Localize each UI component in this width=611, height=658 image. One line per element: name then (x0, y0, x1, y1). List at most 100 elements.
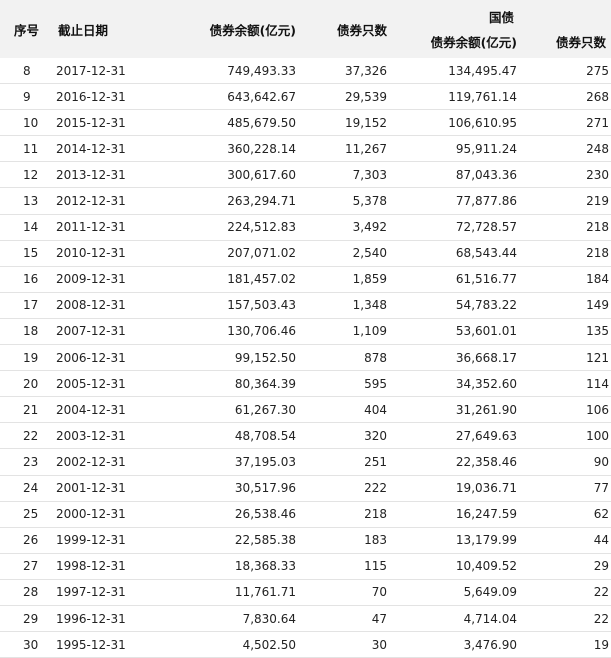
table-row: 23 2002-12-31 37,195.03 251 22,358.46 90 (0, 448, 611, 476)
cell-date: 2009-12-31 (53, 266, 131, 293)
cell-seq: 11 (0, 135, 53, 163)
table-row: 16 2009-12-31 181,457.02 1,859 61,516.77 184 (0, 266, 611, 293)
cell-gov-balance: 134,495.47 (392, 58, 522, 85)
table-row: 14 2011-12-31 224,512.83 3,492 72,728.57 218 (0, 214, 611, 241)
cell-balance: 643,642.67 (131, 83, 301, 111)
cell-balance: 485,679.50 (131, 109, 301, 137)
header-gov-count: 债券只数 (522, 26, 611, 58)
cell-gov-count: 106 (522, 396, 611, 424)
cell-gov-count: 22 (522, 579, 611, 606)
cell-gov-balance: 119,761.14 (392, 83, 522, 111)
cell-seq: 21 (0, 396, 53, 424)
cell-date: 2012-12-31 (53, 187, 131, 215)
header-seq: 序号 (0, 0, 53, 58)
cell-balance: 61,267.30 (131, 396, 301, 424)
table-row: 24 2001-12-31 30,517.96 222 19,036.71 77 (0, 475, 611, 502)
header-date: 截止日期 (53, 0, 131, 58)
table-row: 10 2015-12-31 485,679.50 19,152 106,610.95 27… (0, 109, 611, 137)
cell-balance: 30,517.96 (131, 475, 301, 502)
cell-balance: 300,617.60 (131, 161, 301, 189)
cell-gov-balance: 87,043.36 (392, 161, 522, 189)
cell-gov-count: 62 (522, 501, 611, 528)
cell-gov-balance: 68,543.44 (392, 240, 522, 267)
cell-gov-count: 77 (522, 475, 611, 502)
cell-count: 1,348 (301, 292, 392, 319)
cell-gov-balance: 36,668.17 (392, 344, 522, 372)
cell-count: 37,326 (301, 58, 392, 85)
cell-gov-count: 149 (522, 292, 611, 319)
cell-balance: 360,228.14 (131, 135, 301, 163)
cell-balance: 80,364.39 (131, 370, 301, 398)
table-row: 17 2008-12-31 157,503.43 1,348 54,783.22 149 (0, 292, 611, 319)
cell-count: 2,540 (301, 240, 392, 267)
cell-gov-count: 218 (522, 214, 611, 241)
cell-gov-balance: 3,476.90 (392, 631, 522, 658)
cell-date: 1997-12-31 (53, 579, 131, 606)
cell-gov-count: 135 (522, 318, 611, 346)
cell-date: 2001-12-31 (53, 475, 131, 502)
cell-date: 1995-12-31 (53, 631, 131, 658)
cell-balance: 181,457.02 (131, 266, 301, 293)
cell-gov-balance: 106,610.95 (392, 109, 522, 137)
cell-date: 1998-12-31 (53, 553, 131, 580)
table-row: 22 2003-12-31 48,708.54 320 27,649.63 100 (0, 422, 611, 450)
header-balance: 债券余额(亿元) (131, 0, 301, 58)
cell-gov-balance: 27,649.63 (392, 422, 522, 450)
cell-seq: 8 (0, 58, 53, 85)
cell-balance: 130,706.46 (131, 318, 301, 346)
cell-count: 5,378 (301, 187, 392, 215)
table-row: 30 1995-12-31 4,502.50 30 3,476.90 19 (0, 631, 611, 658)
cell-count: 1,109 (301, 318, 392, 346)
cell-balance: 18,368.33 (131, 553, 301, 580)
cell-seq: 10 (0, 109, 53, 137)
cell-date: 2005-12-31 (53, 370, 131, 398)
cell-seq: 12 (0, 161, 53, 189)
table-row: 28 1997-12-31 11,761.71 70 5,649.09 22 (0, 579, 611, 606)
cell-count: 183 (301, 527, 392, 554)
cell-date: 2004-12-31 (53, 396, 131, 424)
cell-balance: 263,294.71 (131, 187, 301, 215)
cell-gov-count: 44 (522, 527, 611, 554)
table-row: 20 2005-12-31 80,364.39 595 34,352.60 114 (0, 370, 611, 398)
cell-count: 19,152 (301, 109, 392, 137)
cell-gov-balance: 4,714.04 (392, 605, 522, 633)
cell-count: 29,539 (301, 83, 392, 111)
cell-gov-count: 230 (522, 161, 611, 189)
cell-date: 2016-12-31 (53, 83, 131, 111)
cell-gov-count: 271 (522, 109, 611, 137)
cell-count: 1,859 (301, 266, 392, 293)
cell-seq: 29 (0, 605, 53, 633)
table-row: 21 2004-12-31 61,267.30 404 31,261.90 106 (0, 396, 611, 424)
bond-balance-table: 序号 截止日期 债券余额(亿元) 债券只数 国债 债券余额(亿元) 债券只数 8… (0, 0, 611, 658)
cell-count: 251 (301, 448, 392, 476)
cell-balance: 7,830.64 (131, 605, 301, 633)
cell-seq: 16 (0, 266, 53, 293)
cell-gov-count: 218 (522, 240, 611, 267)
header-gov-balance: 债券余额(亿元) (392, 26, 522, 58)
cell-balance: 157,503.43 (131, 292, 301, 319)
cell-date: 2015-12-31 (53, 109, 131, 137)
cell-balance: 224,512.83 (131, 214, 301, 241)
cell-gov-count: 219 (522, 187, 611, 215)
cell-gov-count: 248 (522, 135, 611, 163)
cell-seq: 27 (0, 553, 53, 580)
cell-date: 1999-12-31 (53, 527, 131, 554)
cell-date: 2007-12-31 (53, 318, 131, 346)
table-row: 29 1996-12-31 7,830.64 47 4,714.04 22 (0, 605, 611, 633)
cell-balance: 48,708.54 (131, 422, 301, 450)
cell-seq: 24 (0, 475, 53, 502)
table-row: 9 2016-12-31 643,642.67 29,539 119,761.14 268 (0, 83, 611, 111)
cell-gov-count: 100 (522, 422, 611, 450)
cell-seq: 19 (0, 344, 53, 372)
header-row-1: 序号 截止日期 债券余额(亿元) 债券只数 国债 (0, 0, 611, 58)
cell-count: 222 (301, 475, 392, 502)
table-row: 27 1998-12-31 18,368.33 115 10,409.52 29 (0, 553, 611, 580)
cell-seq: 25 (0, 501, 53, 528)
cell-seq: 15 (0, 240, 53, 267)
table-row: 13 2012-12-31 263,294.71 5,378 77,877.86 219 (0, 187, 611, 215)
cell-gov-count: 29 (522, 553, 611, 580)
cell-seq: 23 (0, 448, 53, 476)
cell-seq: 13 (0, 187, 53, 215)
cell-balance: 11,761.71 (131, 579, 301, 606)
cell-gov-count: 19 (522, 631, 611, 658)
